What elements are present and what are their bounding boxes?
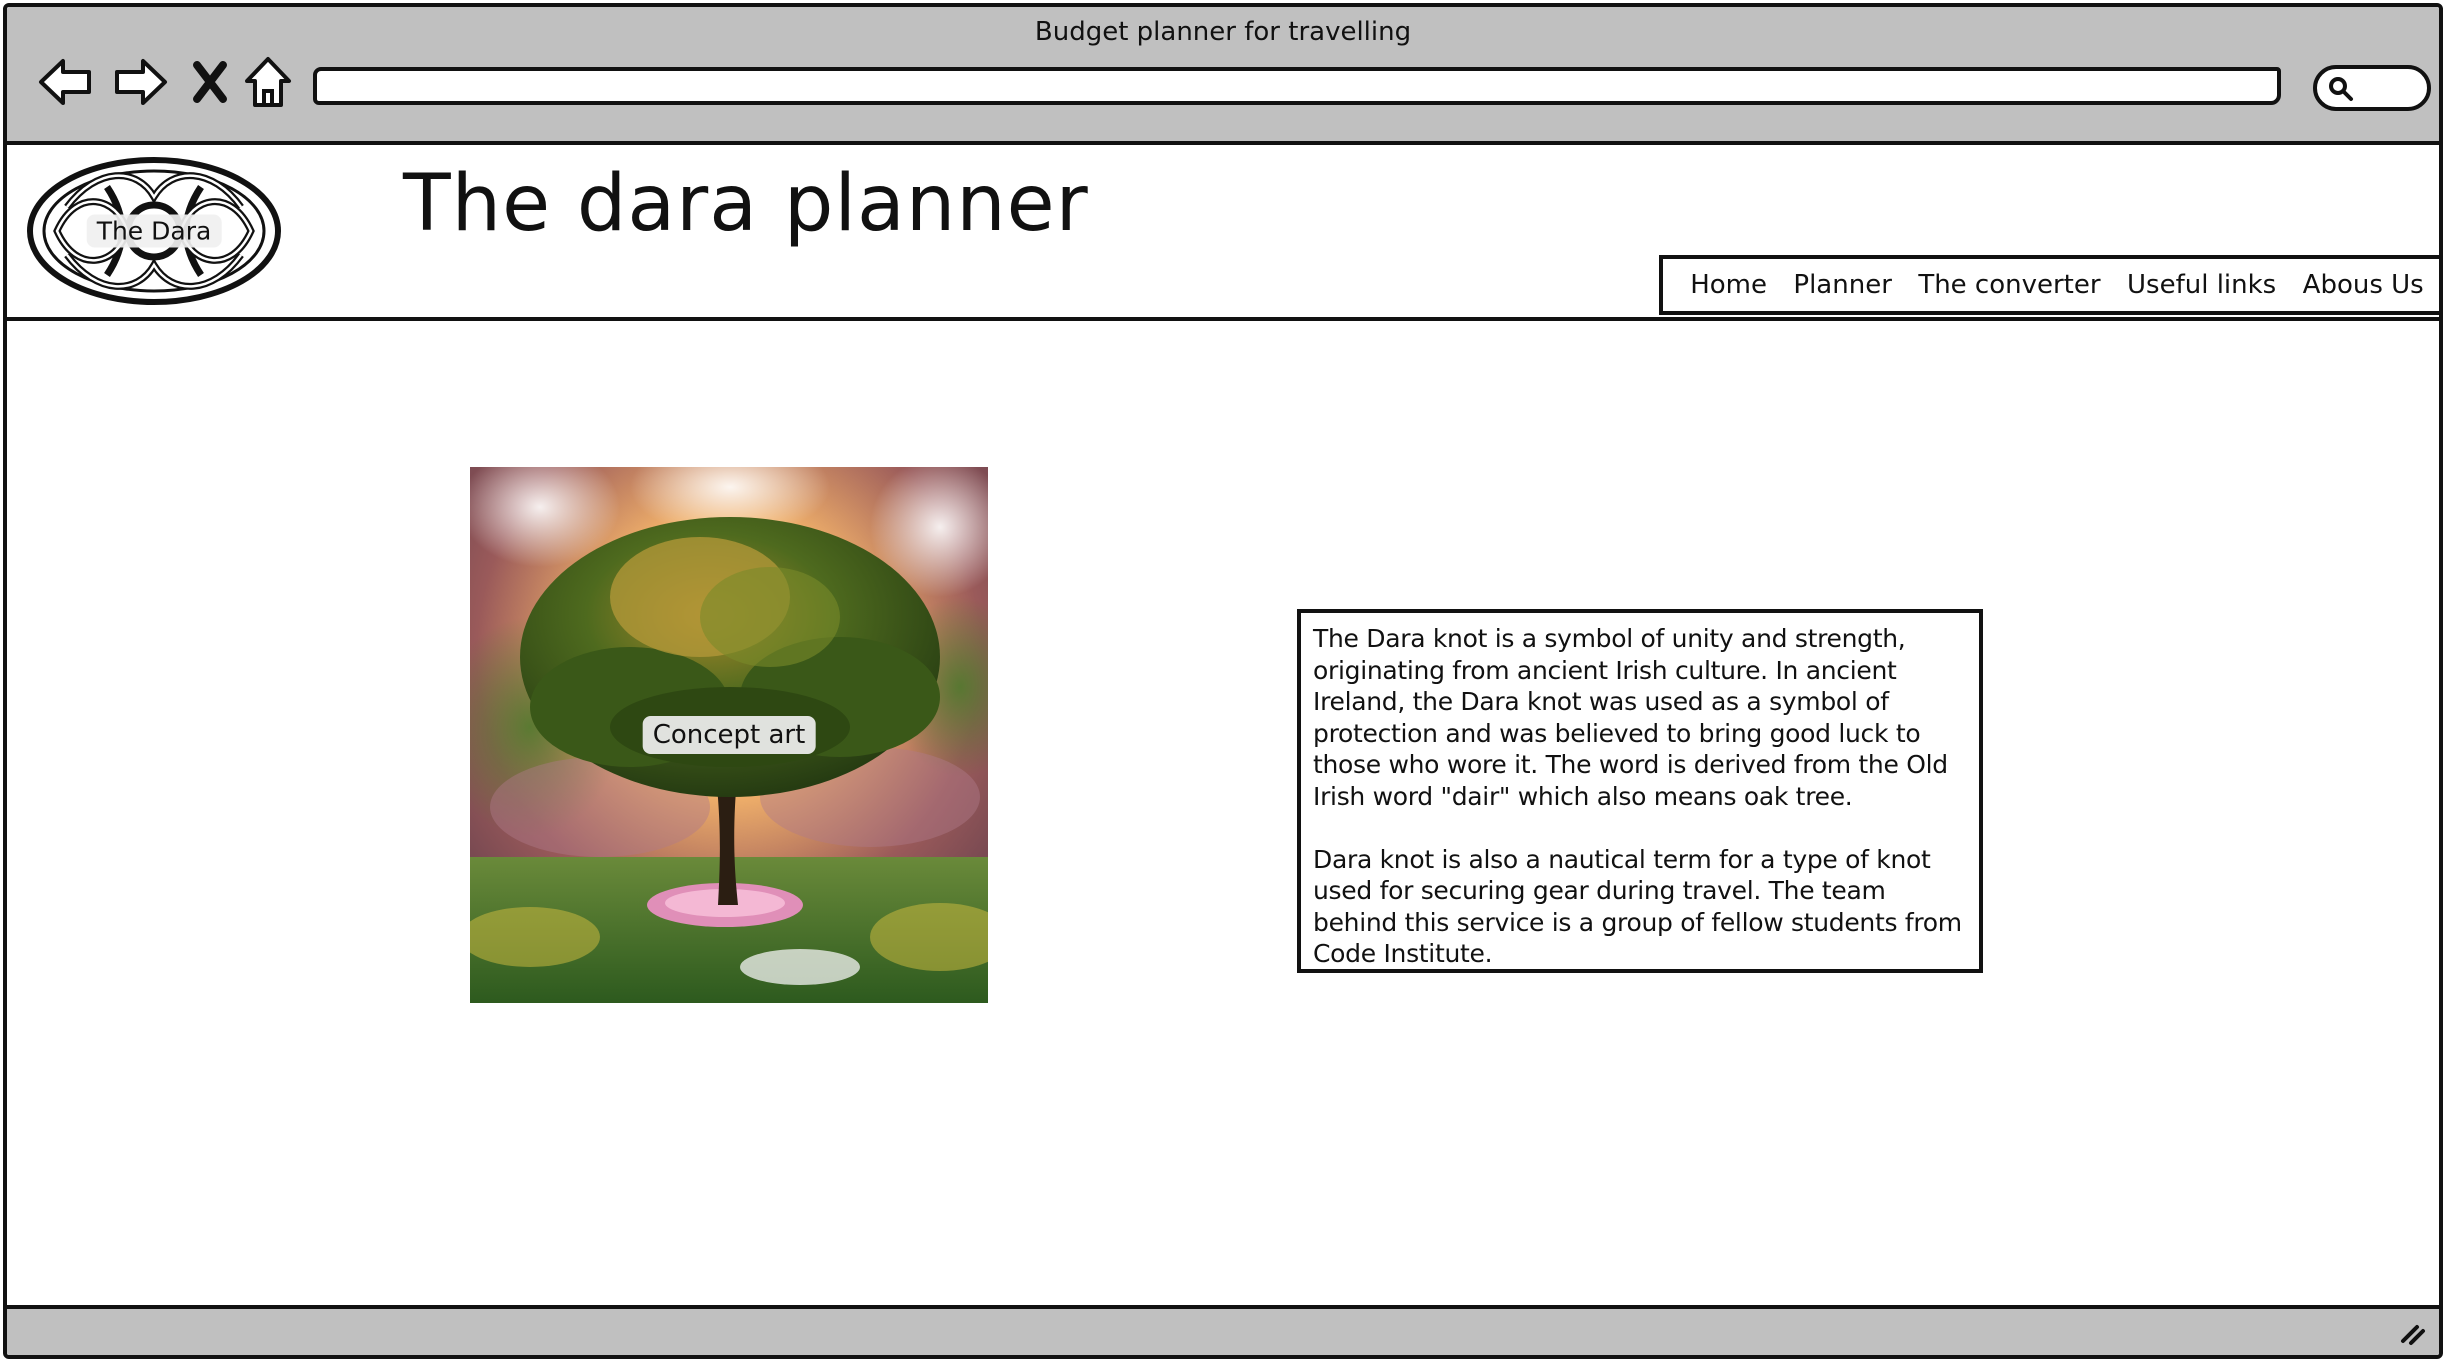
nav-item-planner[interactable]: Planner — [1793, 270, 1891, 300]
home-button[interactable] — [237, 51, 299, 113]
nav-item-useful-links[interactable]: Useful links — [2127, 270, 2276, 300]
nav-item-converter[interactable]: The converter — [1918, 270, 2100, 300]
search-icon — [2329, 77, 2353, 101]
logo-label: The Dara — [86, 214, 222, 248]
concept-art-image: Concept art — [470, 467, 988, 1003]
window-title: Budget planner for travelling — [1034, 17, 1412, 47]
search-button[interactable] — [2313, 65, 2431, 111]
about-paragraph-2: Dara knot is also a nautical term for a … — [1313, 844, 1962, 969]
status-bar — [7, 1305, 2439, 1355]
page-title: The dara planner — [403, 159, 1089, 249]
back-arrow-icon — [39, 59, 91, 105]
resize-grip-icon — [2401, 1325, 2425, 1345]
forward-arrow-icon — [115, 59, 167, 105]
home-icon — [245, 57, 291, 107]
about-paragraph-1: The Dara knot is a symbol of unity and s… — [1313, 624, 1948, 811]
about-text-box: The Dara knot is a symbol of unity and s… — [1297, 609, 1983, 973]
back-button[interactable] — [35, 51, 97, 113]
browser-window: Budget planner for travelling The Dara T… — [3, 3, 2443, 1359]
browser-toolbar: Budget planner for travelling — [7, 7, 2439, 145]
concept-art-label: Concept art — [642, 716, 816, 754]
resize-grip[interactable] — [2397, 1317, 2427, 1347]
main-nav: Home Planner The converter Useful links … — [1659, 255, 2439, 315]
nav-item-about-us[interactable]: Abous Us — [2303, 270, 2424, 300]
forward-button[interactable] — [109, 51, 171, 113]
stop-button[interactable] — [179, 51, 241, 113]
close-x-icon — [193, 61, 227, 103]
nav-item-home[interactable]: Home — [1690, 270, 1767, 300]
logo[interactable]: The Dara — [27, 157, 281, 305]
site-header: The Dara The dara planner Home Planner T… — [7, 145, 2439, 321]
address-bar[interactable] — [313, 67, 2281, 105]
